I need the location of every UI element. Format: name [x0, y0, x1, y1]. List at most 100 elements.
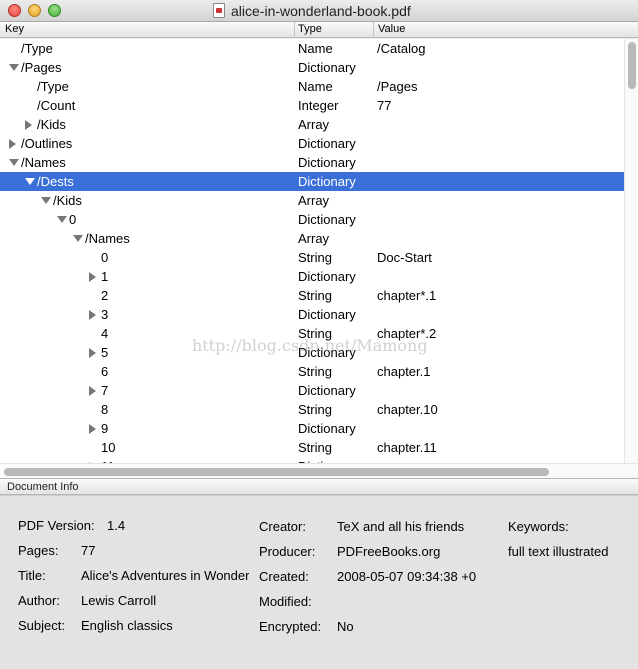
outline-row[interactable]: 7 Dictionary: [0, 381, 624, 400]
disclosure-collapsed-icon[interactable]: [89, 386, 96, 396]
horizontal-scrollbar[interactable]: [0, 463, 638, 478]
row-key: 10: [101, 440, 116, 455]
disclosure-expanded-icon[interactable]: [9, 64, 19, 71]
disclosure-collapsed-icon[interactable]: [89, 348, 96, 358]
pdf-object-outline[interactable]: /Type Name/Catalog/Pages Dictionary/Type Na…: [0, 39, 638, 463]
row-type: Dictionary: [298, 136, 356, 151]
vertical-scroll-thumb[interactable]: [628, 42, 636, 89]
row-type: Dictionary: [298, 60, 356, 75]
outline-row[interactable]: 3 Dictionary: [0, 305, 624, 324]
row-key: 0: [69, 212, 77, 227]
outline-row[interactable]: 6 String chapter.1: [0, 362, 624, 381]
row-type: Name: [298, 41, 333, 56]
outline-row[interactable]: 8 String chapter.10: [0, 400, 624, 419]
row-key: 3: [101, 307, 109, 322]
row-key: /Outlines: [21, 136, 73, 151]
disclosure-collapsed-icon[interactable]: [9, 139, 16, 149]
row-value: chapter.1: [377, 364, 431, 379]
outline-row[interactable]: 2 String chapter*.1: [0, 286, 624, 305]
pdf-version-value: 1.4: [107, 518, 126, 533]
row-type: String: [298, 440, 332, 455]
row-type: String: [298, 250, 332, 265]
disclosure-expanded-icon[interactable]: [25, 178, 35, 185]
created-value: 2008-05-07 09:34:38 +0: [337, 569, 477, 584]
producer-label: Producer:: [259, 544, 316, 559]
pages-value: 77: [81, 543, 96, 558]
title-bar: alice-in-wonderland-book.pdf: [0, 0, 638, 22]
column-divider[interactable]: [373, 22, 374, 38]
disclosure-collapsed-icon[interactable]: [89, 310, 96, 320]
outline-row[interactable]: 0 String Doc-Start: [0, 248, 624, 267]
column-header-key[interactable]: Key: [5, 23, 24, 35]
outline-row[interactable]: 0 Dictionary: [0, 210, 624, 229]
close-window-button[interactable]: [8, 4, 21, 17]
pdf-version-label: PDF Version:: [18, 518, 95, 533]
outline-row[interactable]: /Names Array: [0, 229, 624, 248]
disclosure-collapsed-icon[interactable]: [25, 120, 32, 130]
outline-row[interactable]: /Kids Array: [0, 191, 624, 210]
row-type: String: [298, 402, 332, 417]
outline-row[interactable]: 4 String chapter*.2: [0, 324, 624, 343]
encrypted-value: No: [337, 619, 354, 634]
disclosure-expanded-icon[interactable]: [41, 197, 51, 204]
row-key: 4: [101, 326, 109, 341]
zoom-window-button[interactable]: [48, 4, 61, 17]
row-value: Doc-Start: [377, 250, 432, 265]
creator-value: TeX and all his friends: [337, 519, 465, 534]
row-type: Integer: [298, 98, 339, 113]
row-key: /Type: [21, 41, 53, 56]
outline-row[interactable]: 5 Dictionary: [0, 343, 624, 362]
row-key: 2: [101, 288, 109, 303]
row-type: Dictionary: [298, 345, 356, 360]
column-header-value[interactable]: Value: [378, 23, 405, 35]
row-value: chapter*.2: [377, 326, 437, 341]
minimize-window-button[interactable]: [28, 4, 41, 17]
row-type: Dictionary: [298, 421, 356, 436]
disclosure-expanded-icon[interactable]: [9, 159, 19, 166]
row-type: String: [298, 364, 332, 379]
pages-label: Pages:: [18, 543, 59, 558]
row-type: String: [298, 326, 332, 341]
row-key: 6: [101, 364, 109, 379]
keywords-label: Keywords:: [508, 519, 569, 534]
outline-row[interactable]: 9 Dictionary: [0, 419, 624, 438]
row-value: chapter.10: [377, 402, 438, 417]
column-divider[interactable]: [294, 22, 295, 38]
row-key: 5: [101, 345, 109, 360]
outline-row[interactable]: 1 Dictionary: [0, 267, 624, 286]
outline-row[interactable]: /Count Integer 77: [0, 96, 624, 115]
row-type: Dictionary: [298, 307, 356, 322]
outline-row[interactable]: /Type Name/Pages: [0, 77, 624, 96]
row-key: /Kids: [53, 193, 82, 208]
vertical-scrollbar[interactable]: [624, 39, 638, 463]
horizontal-scroll-thumb[interactable]: [4, 468, 549, 476]
row-key: /Count: [37, 98, 76, 113]
created-label: Created:: [259, 569, 309, 584]
row-key: /Kids: [37, 117, 66, 132]
row-key: /Names: [85, 231, 130, 246]
keywords-value: full text illustrated: [508, 544, 609, 559]
disclosure-expanded-icon[interactable]: [73, 235, 83, 242]
outline-row[interactable]: 10 String chapter.11: [0, 438, 624, 457]
disclosure-collapsed-icon[interactable]: [89, 424, 96, 434]
row-key: /Names: [21, 155, 66, 170]
creator-label: Creator:: [259, 519, 306, 534]
row-type: Array: [298, 193, 330, 208]
outline-column-header: Key Type Value: [0, 22, 638, 38]
row-value: chapter.11: [377, 440, 437, 455]
disclosure-expanded-icon[interactable]: [57, 216, 67, 223]
outline-row[interactable]: /Kids Array: [0, 115, 624, 134]
row-key: 7: [101, 383, 109, 398]
author-label: Author:: [18, 593, 60, 608]
outline-row[interactable]: /Names Dictionary: [0, 153, 624, 172]
outline-row[interactable]: /Pages Dictionary: [0, 58, 624, 77]
document-info-panel: PDF Version: 1.4 Pages: 77 Title: Alice'…: [0, 495, 638, 669]
outline-row[interactable]: /Type Name/Catalog: [0, 39, 624, 58]
row-type: Array: [298, 117, 330, 132]
column-header-type[interactable]: Type: [298, 23, 322, 35]
outline-row[interactable]: /Dests Dictionary: [0, 172, 624, 191]
outline-row[interactable]: /Outlines Dictionary: [0, 134, 624, 153]
row-type: Array: [298, 231, 330, 246]
disclosure-collapsed-icon[interactable]: [89, 272, 96, 282]
row-value: 77: [377, 98, 392, 113]
